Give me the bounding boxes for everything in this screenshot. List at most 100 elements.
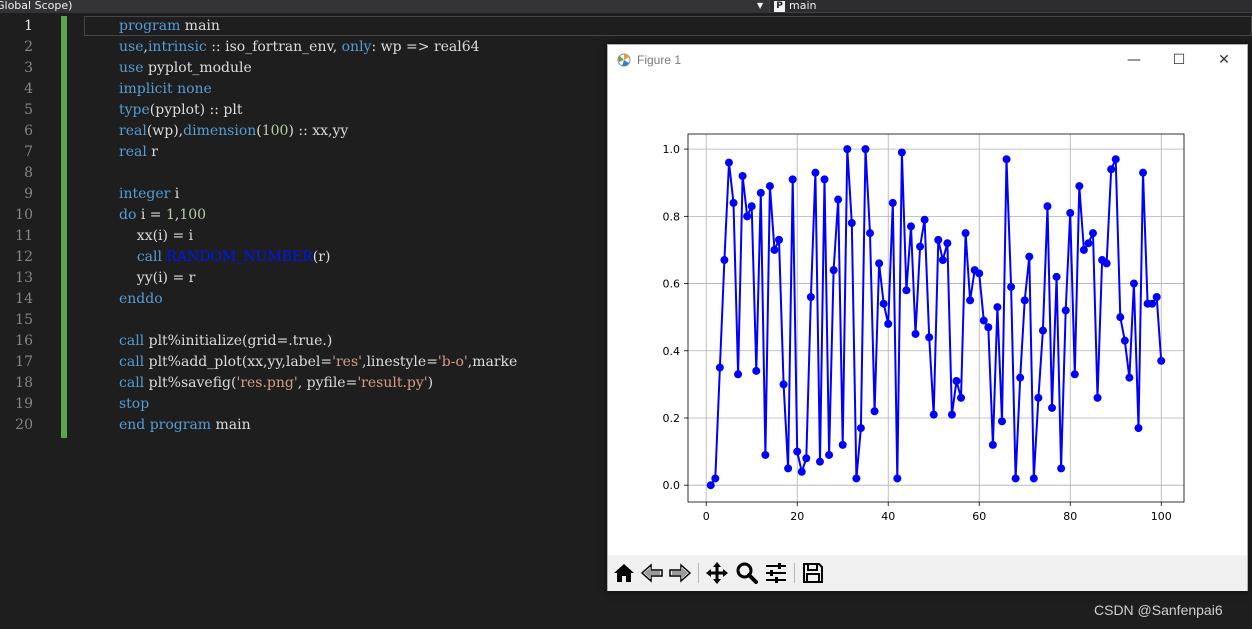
data-point xyxy=(829,266,838,275)
data-point xyxy=(1148,299,1157,308)
x-tick-label: 100 xyxy=(1151,510,1172,523)
data-point xyxy=(1125,373,1134,382)
data-point xyxy=(1043,202,1052,211)
code-line[interactable] xyxy=(119,310,517,331)
maximize-button[interactable]: ☐ xyxy=(1159,49,1199,71)
toolbar-separator xyxy=(698,563,699,583)
line-number: 10 xyxy=(15,207,33,223)
data-point xyxy=(752,366,761,375)
data-point xyxy=(897,148,906,157)
data-point xyxy=(1139,168,1148,177)
line-number: 2 xyxy=(24,39,33,55)
save-icon[interactable] xyxy=(801,561,825,585)
data-point xyxy=(797,467,806,476)
data-point xyxy=(1029,474,1038,483)
data-point xyxy=(852,474,861,483)
data-point xyxy=(966,296,975,305)
data-point xyxy=(1079,245,1088,254)
code-line[interactable]: use,intrinsic :: iso_fortran_env, only: … xyxy=(119,37,517,58)
data-point xyxy=(925,333,934,342)
data-point xyxy=(1007,282,1016,291)
watermark: CSDN @Sanfenpai6 xyxy=(1094,602,1223,618)
code-line[interactable]: call plt%savefig('res.png', pyfile='resu… xyxy=(119,373,517,394)
data-point xyxy=(1088,229,1097,238)
code-line[interactable]: program main xyxy=(119,16,517,37)
line-number: 6 xyxy=(24,123,33,139)
data-point xyxy=(861,145,870,154)
code-line[interactable]: enddo xyxy=(119,289,517,310)
code-line[interactable]: real(wp),dimension(100) :: xx,yy xyxy=(119,121,517,142)
zoom-icon[interactable] xyxy=(735,561,759,585)
code-line[interactable]: use pyplot_module xyxy=(119,58,517,79)
data-point xyxy=(938,256,947,265)
chevron-down-icon[interactable]: ▼ xyxy=(757,0,763,12)
code-editor[interactable]: program main use,intrinsic :: iso_fortra… xyxy=(119,16,517,436)
code-line[interactable]: integer i xyxy=(119,184,517,205)
line-number: 13 xyxy=(15,270,33,286)
data-point xyxy=(1061,306,1070,315)
code-line[interactable]: real r xyxy=(119,142,517,163)
y-tick-label: 0.2 xyxy=(663,412,681,425)
window-title: Figure 1 xyxy=(637,53,682,67)
data-point xyxy=(784,464,793,473)
x-tick-label: 20 xyxy=(790,510,804,523)
code-line[interactable]: yy(i) = r xyxy=(119,268,517,289)
title-bar[interactable]: Figure 1 — ☐ ✕ xyxy=(608,45,1247,75)
data-point xyxy=(770,245,779,254)
member-label: main xyxy=(789,0,817,12)
data-point xyxy=(911,329,920,338)
matplotlib-icon xyxy=(617,53,631,67)
home-icon[interactable] xyxy=(612,561,636,585)
data-point xyxy=(806,292,815,301)
code-line[interactable]: call plt%add_plot(xx,yy,label='res',line… xyxy=(119,352,517,373)
line-number: 11 xyxy=(15,228,33,244)
line-number: 8 xyxy=(24,165,33,181)
scope-dropdown[interactable]: Global Scope) xyxy=(0,0,770,13)
line-number: 17 xyxy=(15,354,33,370)
member-dropdown[interactable]: Pmain xyxy=(774,0,816,13)
code-line[interactable]: call RANDOM_NUMBER(r) xyxy=(119,247,517,268)
line-number: 7 xyxy=(24,144,33,160)
data-point xyxy=(993,303,1002,312)
line-number: 15 xyxy=(15,312,33,328)
data-point xyxy=(1075,182,1084,191)
plot-canvas[interactable]: 0 20 40 60 80 100 0.0 0.2 0.4 0.6 0.8 1.0 xyxy=(608,75,1247,555)
data-point xyxy=(756,188,765,197)
data-point xyxy=(729,198,738,207)
line-number: 4 xyxy=(24,81,33,97)
data-point xyxy=(884,319,893,328)
code-line[interactable]: do i = 1,100 xyxy=(119,205,517,226)
data-point xyxy=(1057,464,1066,473)
data-point xyxy=(1011,474,1020,483)
code-line[interactable]: type(pyplot) :: plt xyxy=(119,100,517,121)
scope-label: Global Scope) xyxy=(0,0,73,12)
data-point xyxy=(902,286,911,295)
line-number: 16 xyxy=(15,333,33,349)
data-point xyxy=(1107,165,1116,174)
code-line[interactable]: end program main xyxy=(119,415,517,436)
data-point xyxy=(1025,252,1034,261)
back-icon[interactable] xyxy=(640,561,664,585)
navigation-toolbar xyxy=(608,555,1247,591)
series-line xyxy=(709,148,1163,486)
data-point xyxy=(1120,336,1129,345)
code-line[interactable]: implicit none xyxy=(119,79,517,100)
data-point xyxy=(715,363,724,372)
data-point xyxy=(875,259,884,268)
data-point xyxy=(916,242,925,251)
code-line[interactable] xyxy=(119,163,517,184)
close-button[interactable]: ✕ xyxy=(1204,49,1244,71)
data-point xyxy=(1111,155,1120,164)
minimize-button[interactable]: — xyxy=(1114,49,1154,71)
data-point xyxy=(1093,393,1102,402)
pan-icon[interactable] xyxy=(705,561,729,585)
data-point xyxy=(893,474,902,483)
configure-icon[interactable] xyxy=(764,561,788,585)
code-line[interactable]: stop xyxy=(119,394,517,415)
line-number: 5 xyxy=(24,102,33,118)
x-tick-label: 40 xyxy=(881,510,895,523)
forward-icon[interactable] xyxy=(668,561,692,585)
line-number: 1 xyxy=(24,18,33,34)
code-line[interactable]: xx(i) = i xyxy=(119,226,517,247)
code-line[interactable]: call plt%initialize(grid=.true.) xyxy=(119,331,517,352)
